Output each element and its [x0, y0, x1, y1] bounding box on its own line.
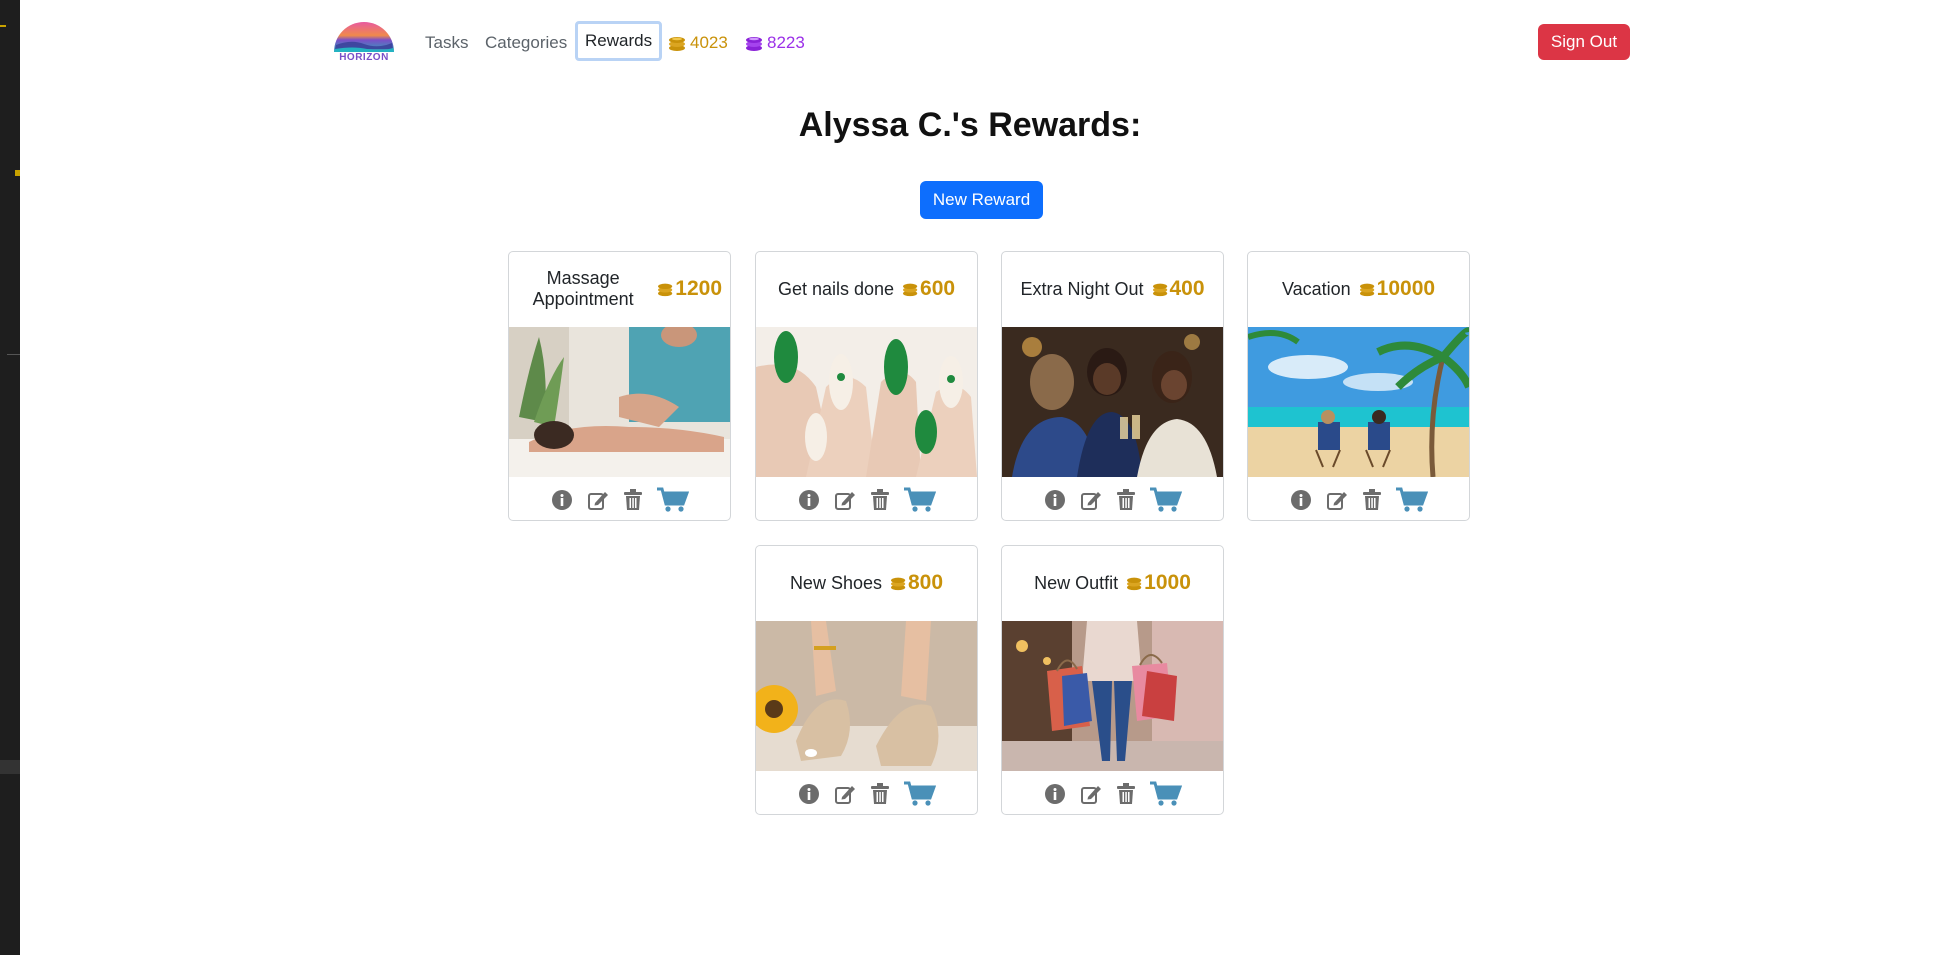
reward-card: Vacation 10000 — [1247, 251, 1470, 521]
card-actions — [1248, 482, 1469, 518]
gold-coin-stack-icon — [658, 283, 673, 297]
green-nails-photo — [756, 327, 977, 477]
sandals-photo — [756, 621, 977, 771]
purple-coin-stack-icon — [746, 37, 762, 51]
info-icon[interactable] — [1044, 783, 1066, 805]
trash-icon[interactable] — [870, 489, 890, 511]
reward-cost-value: 1000 — [1144, 571, 1191, 594]
edit-icon[interactable] — [1080, 489, 1102, 511]
reward-card: Extra Night Out 400 — [1001, 251, 1224, 521]
edit-icon[interactable] — [834, 783, 856, 805]
gold-coin-stack-icon — [1127, 577, 1142, 591]
reward-card: Get nails done 600 — [755, 251, 978, 521]
nav-categories-link[interactable]: Categories — [485, 32, 567, 54]
reward-name: Vacation — [1281, 278, 1351, 299]
reward-cost-value: 800 — [908, 571, 944, 594]
gold-coin-stack-icon — [1152, 283, 1167, 297]
cart-icon[interactable] — [656, 487, 689, 513]
reward-cost: 10000 — [1359, 277, 1435, 301]
navbar: HORIZON Tasks Categories Rewards 4023 82… — [333, 18, 1630, 68]
card-actions — [1002, 776, 1223, 812]
purple-coin-balance: 8223 — [745, 32, 805, 54]
nav-tasks-link[interactable]: Tasks — [425, 32, 468, 54]
nav-rewards-link[interactable]: Rewards — [575, 21, 663, 61]
sign-out-button[interactable]: Sign Out — [1538, 24, 1630, 60]
reward-name: Massage Appointment — [532, 268, 634, 309]
reward-cost: 1000 — [1126, 571, 1191, 595]
info-icon[interactable] — [1290, 489, 1312, 511]
reward-card: New Shoes 800 — [755, 545, 978, 815]
reward-cost-value: 600 — [920, 277, 956, 300]
trash-icon[interactable] — [623, 489, 643, 511]
edit-icon[interactable] — [1326, 489, 1348, 511]
cart-icon[interactable] — [1395, 487, 1428, 513]
massage-photo — [509, 327, 730, 477]
purple-coin-count: 8223 — [767, 33, 805, 52]
reward-cost: 600 — [902, 277, 955, 301]
gold-coin-stack-icon — [1359, 283, 1374, 297]
gold-coin-balance: 4023 — [668, 32, 728, 54]
info-icon[interactable] — [798, 783, 820, 805]
reward-cost-value: 400 — [1169, 277, 1205, 300]
reward-name: Extra Night Out — [1020, 278, 1144, 299]
gold-coin-count: 4023 — [690, 33, 728, 52]
new-reward-button[interactable]: New Reward — [920, 181, 1043, 219]
reward-card: New Outfit 1000 — [1001, 545, 1224, 815]
cart-icon[interactable] — [1149, 487, 1182, 513]
gold-coin-stack-icon — [903, 283, 918, 297]
info-icon[interactable] — [1044, 489, 1066, 511]
friends-toasting-photo — [1002, 327, 1223, 477]
reward-cost: 400 — [1152, 277, 1205, 301]
card-actions — [1002, 482, 1223, 518]
edit-icon[interactable] — [1080, 783, 1102, 805]
edit-icon[interactable] — [587, 489, 609, 511]
edit-icon[interactable] — [834, 489, 856, 511]
cart-icon[interactable] — [903, 487, 936, 513]
cart-icon[interactable] — [903, 781, 936, 807]
shopping-bags-photo — [1002, 621, 1223, 771]
trash-icon[interactable] — [1116, 489, 1136, 511]
card-actions — [509, 482, 730, 518]
trash-icon[interactable] — [1116, 783, 1136, 805]
info-icon[interactable] — [798, 489, 820, 511]
cart-icon[interactable] — [1149, 781, 1182, 807]
beach-palm-photo — [1248, 327, 1469, 477]
info-icon[interactable] — [551, 489, 573, 511]
reward-card: Massage Appointment 1200 — [508, 251, 731, 521]
trash-icon[interactable] — [1362, 489, 1382, 511]
reward-name: New Shoes — [789, 572, 882, 593]
reward-name: Get nails done — [777, 278, 895, 299]
horizon-logo[interactable]: HORIZON — [333, 21, 395, 63]
reward-name: New Outfit — [1034, 572, 1119, 593]
reward-cost: 1200 — [657, 277, 722, 301]
logo-text: HORIZON — [339, 52, 389, 63]
trash-icon[interactable] — [870, 783, 890, 805]
card-actions — [756, 482, 977, 518]
card-actions — [756, 776, 977, 812]
reward-cost: 800 — [890, 571, 943, 595]
gold-coin-stack-icon — [669, 37, 685, 51]
page-title: Alyssa C.'s Rewards: — [798, 106, 1142, 144]
reward-cost-value: 10000 — [1376, 277, 1436, 300]
reward-cost-value: 1200 — [675, 277, 722, 300]
gold-coin-stack-icon — [891, 577, 906, 591]
